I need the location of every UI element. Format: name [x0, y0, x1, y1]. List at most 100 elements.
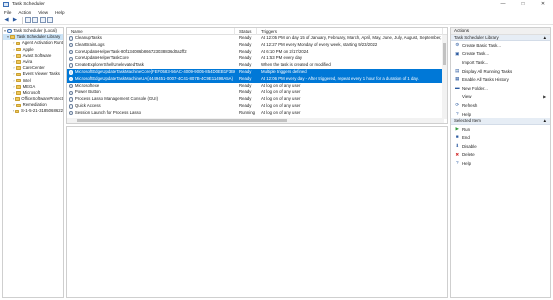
action-label: Enable All Tasks History — [462, 77, 509, 83]
folder-icon — [16, 91, 21, 95]
task-name-cell: MicrosoftEdgeUpdateTaskMachineUA{4449451… — [67, 76, 235, 83]
column-header-name[interactable]: Name — [67, 28, 235, 35]
up-folder-icon[interactable] — [24, 17, 31, 23]
tree-item-label: S-1-5-21-3185068622 — [20, 108, 63, 114]
task-triggers: At 6:10 PM on 2/17/2024 — [261, 48, 309, 54]
vertical-scrollbar[interactable] — [442, 35, 447, 119]
minimize-button[interactable]: — — [493, 0, 513, 9]
task-triggers: At 1:53 PM every day — [261, 55, 303, 61]
task-status: Ready — [239, 82, 252, 88]
help-icon: ? — [456, 160, 459, 166]
menu-file[interactable]: File — [1, 9, 14, 16]
action-label: Display All Running Tasks — [462, 68, 513, 74]
scroll-thumb[interactable] — [443, 43, 446, 65]
task-name-cell: CleanupTasks — [67, 35, 235, 42]
window-controls: — □ ✕ — [493, 0, 553, 9]
column-header-triggers[interactable]: Triggers — [257, 28, 443, 35]
table-row[interactable]: CreateExplorerShellUnelevatedTask Ready Wh… — [67, 62, 447, 69]
task-status: Ready — [239, 55, 252, 61]
help-icon[interactable] — [39, 17, 46, 23]
action-refresh[interactable]: ⟳ Refresh — [451, 101, 550, 110]
collapse-arrow-icon[interactable]: ▲ — [543, 118, 547, 124]
action-disable[interactable]: ⬇ Disable — [451, 142, 550, 151]
task-icon — [68, 43, 73, 48]
action-import-task[interactable]: Import Task... — [451, 58, 550, 67]
show-pane-icon[interactable] — [47, 17, 54, 23]
navigation-tree: ▾ Task Scheduler (Local) ▾ Task Schedule… — [2, 27, 64, 298]
table-row[interactable]: CleanupTasks Ready At 12:05 PM on day 15 o… — [67, 35, 447, 42]
horizontal-scrollbar[interactable] — [67, 118, 444, 123]
toolbar: ◀ ▶ — [0, 16, 553, 25]
delete-icon: ✖ — [455, 151, 460, 157]
menu-view[interactable]: View — [35, 9, 51, 16]
action-label: Disable — [462, 143, 477, 149]
task-scheduler-app-icon — [3, 2, 9, 7]
task-name: Session Launch for Process Lasso — [74, 109, 142, 115]
action-display-all-running-tasks[interactable]: ▤ Display All Running Tasks — [451, 67, 550, 76]
action-enable-all-tasks-history[interactable]: ▦ Enable All Tasks History — [451, 75, 550, 84]
close-button[interactable]: ✕ — [533, 0, 553, 9]
folder-icon — [15, 41, 21, 46]
table-row[interactable]: Quick Access Ready At log on of any user — [67, 103, 447, 110]
action-run[interactable]: ▶ Run — [451, 125, 550, 134]
table-row[interactable]: ClearBrainLogs Ready At 12:27 PM every Mon… — [67, 42, 447, 49]
maximize-button[interactable]: □ — [513, 0, 533, 9]
table-row[interactable]: Process Lasso Management Console (GUI) Re… — [67, 96, 447, 103]
menu-action[interactable]: Action — [15, 9, 34, 16]
action-create-basic-task[interactable]: ⚙ Create Basic Task... — [451, 41, 550, 50]
folder-icon — [16, 66, 21, 71]
task-name-cell: ClearBrainLogs — [67, 42, 235, 49]
clock-icon — [7, 28, 12, 34]
task-icon — [68, 70, 73, 75]
action-delete[interactable]: ✖ Delete — [451, 151, 550, 160]
view-icon — [455, 95, 460, 100]
table-row[interactable]: Microsoftexe Ready At log on of any user — [67, 83, 447, 90]
action-new-folder[interactable]: ▬ New Folder... — [451, 84, 550, 93]
task-icon — [68, 76, 73, 82]
end-icon: ■ — [455, 134, 459, 140]
task-name-cell: Process Lasso Management Console (GUI) — [67, 96, 235, 103]
back-arrow-icon[interactable]: ◀ — [3, 17, 10, 24]
action-help[interactable]: ? Help — [451, 110, 550, 119]
action-help[interactable]: ? Help — [451, 159, 550, 168]
task-name-cell: MicrosoftEdgeUpdateTaskMachineCore{FEF05… — [67, 69, 235, 76]
column-header-status[interactable]: Status — [235, 28, 257, 35]
task-triggers: At 12:05 PM on day 15 of January, Februa… — [261, 35, 443, 40]
task-status: Ready — [239, 41, 252, 47]
task-name: Power Button — [74, 89, 101, 95]
action-create-task[interactable]: ▣ Create Task... — [451, 50, 550, 59]
table-row[interactable]: MicrosoftEdgeUpdateTaskMachineCore{FEF05… — [67, 68, 447, 76]
action-label: Refresh — [462, 102, 478, 108]
table-row[interactable]: MicrosoftEdgeUpdateTaskMachineUA{4449451… — [67, 75, 447, 83]
run-icon: ▶ — [455, 125, 460, 131]
task-status: Ready — [239, 96, 252, 102]
task-icon — [68, 49, 73, 55]
task-icon — [68, 90, 73, 95]
table-row[interactable]: CoreUpdateHelperTask-80f134086b866723038… — [67, 49, 447, 56]
task-triggers: At 12:06 PM every day - After triggered,… — [261, 75, 419, 81]
table-row[interactable]: Session Launch for Process Lasso Running A… — [67, 110, 447, 117]
action-end[interactable]: ■ End — [451, 133, 550, 142]
action-label: New Folder... — [462, 85, 488, 91]
menu-help[interactable]: Help — [52, 9, 67, 16]
table-row[interactable]: CoreUpdateHelperTaskCore Ready At 1:53 PM … — [67, 55, 447, 62]
task-icon — [68, 83, 73, 89]
task-icon — [68, 36, 73, 41]
properties-icon[interactable] — [32, 17, 39, 23]
task-name-cell: CreateExplorerShellUnelevatedTask — [67, 62, 235, 69]
task-triggers: At log on of any user — [261, 109, 301, 115]
task-status: Ready — [239, 102, 252, 108]
task-icon — [68, 63, 73, 68]
task-name-cell: Session Launch for Process Lasso — [67, 110, 235, 117]
create-task-icon: ▣ — [455, 50, 460, 56]
collapse-arrow-icon[interactable]: ▲ — [543, 35, 547, 41]
folder-icon — [16, 47, 21, 52]
task-name: CoreUpdateHelperTaskCore — [74, 55, 129, 61]
action-view[interactable]: View ▶ — [451, 93, 550, 102]
tree-item-folder[interactable]: › S-1-5-21-3185068622 — [3, 108, 63, 114]
scroll-thumb[interactable] — [77, 119, 287, 122]
folder-icon — [10, 35, 15, 40]
action-label: Delete — [462, 152, 475, 158]
forward-arrow-icon[interactable]: ▶ — [12, 17, 19, 24]
table-row[interactable]: Power Button Ready At log on of any user — [67, 89, 447, 96]
